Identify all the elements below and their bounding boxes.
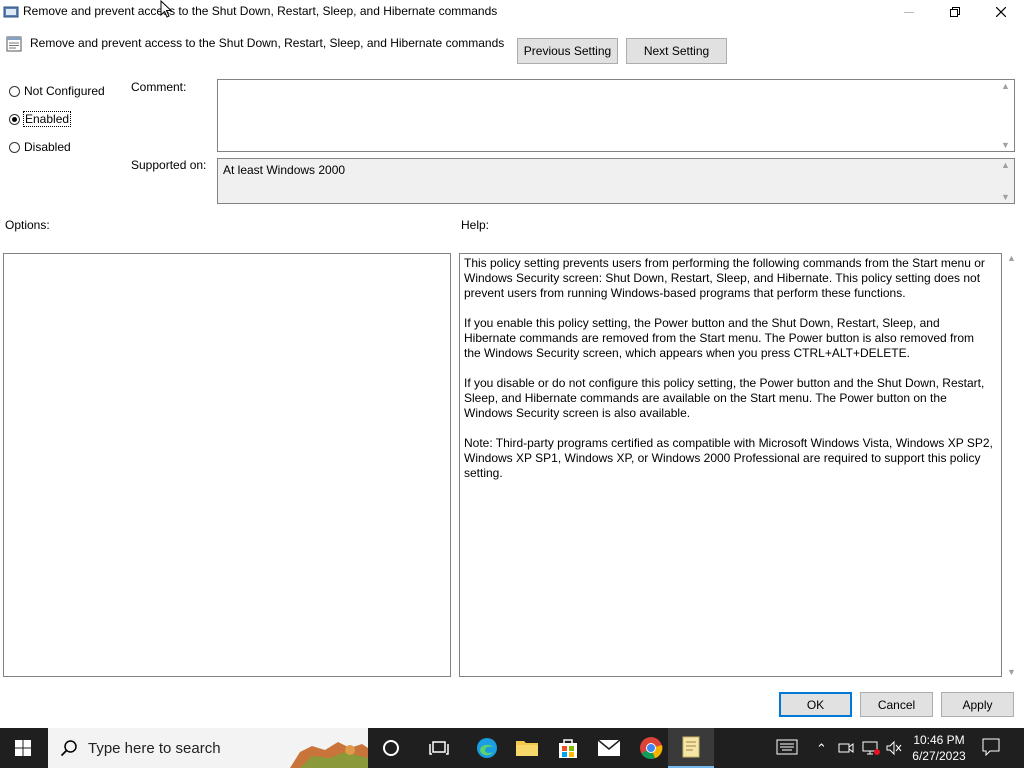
start-button[interactable] [0, 728, 46, 768]
previous-setting-button[interactable]: Previous Setting [517, 38, 618, 64]
scroll-up-icon[interactable]: ▲ [1001, 160, 1010, 170]
search-icon [60, 740, 77, 757]
radio-not-configured-circle[interactable] [9, 85, 20, 97]
store-button[interactable] [545, 728, 591, 768]
task-view-icon [429, 741, 449, 755]
meet-now-icon[interactable] [838, 740, 854, 759]
clock-time: 10:46 PM [913, 733, 965, 747]
help-text: This policy setting prevents users from … [464, 256, 994, 496]
help-paragraph: This policy setting prevents users from … [464, 256, 985, 300]
radio-disabled-label: Disabled [24, 140, 71, 154]
policy-app-icon [3, 4, 19, 23]
supported-on-field: At least Windows 2000 ▲ ▼ [217, 158, 1015, 204]
comment-textarea[interactable]: ▲ ▼ [217, 79, 1015, 152]
task-view-button[interactable] [416, 728, 462, 768]
close-button[interactable] [978, 0, 1024, 24]
help-paragraph: Note: Third-party programs certified as … [464, 436, 993, 480]
network-icon[interactable] [862, 740, 880, 759]
radio-disabled-circle[interactable] [9, 141, 20, 153]
store-bag-icon [559, 739, 577, 758]
chrome-icon [640, 737, 663, 760]
supported-on-label: Supported on: [131, 158, 207, 172]
cancel-button[interactable]: Cancel [860, 692, 933, 717]
search-placeholder: Type here to search [88, 739, 221, 757]
scroll-down-icon[interactable]: ▼ [1007, 667, 1016, 677]
notifications-icon[interactable] [982, 738, 1000, 759]
help-scrollbar[interactable]: ▲ ▼ [1004, 253, 1019, 677]
radio-not-configured[interactable]: Not Configured [9, 84, 105, 98]
scroll-down-icon[interactable]: ▼ [1001, 140, 1010, 150]
windows-logo-icon [15, 740, 31, 756]
setting-name: Remove and prevent access to the Shut Do… [30, 36, 505, 50]
clock[interactable]: 10:46 PM 6/27/2023 [906, 732, 972, 764]
scroll-up-icon[interactable]: ▲ [1001, 81, 1010, 91]
file-explorer-button[interactable] [504, 728, 550, 768]
radio-disabled[interactable]: Disabled [9, 140, 71, 154]
volume-muted-icon[interactable] [885, 740, 903, 759]
mouse-cursor-icon [160, 0, 173, 21]
options-label: Options: [5, 218, 50, 232]
policy-setting-icon [6, 36, 22, 55]
close-icon [996, 7, 1006, 17]
radio-enabled-circle[interactable] [9, 113, 20, 125]
apply-button[interactable]: Apply [941, 692, 1014, 717]
taskbar-search-box[interactable]: Type here to search [48, 728, 368, 768]
comment-label: Comment: [131, 80, 187, 94]
supported-on-value: At least Windows 2000 [223, 163, 346, 177]
window-title: Remove and prevent access to the Shut Do… [23, 4, 498, 18]
supported-on-scrollbar[interactable]: ▲ ▼ [998, 160, 1013, 202]
chevron-up-icon[interactable]: ⌃ [816, 741, 827, 757]
policy-editor-taskbar-button[interactable] [668, 728, 714, 768]
next-setting-button[interactable]: Next Setting [626, 38, 727, 64]
search-highlight-image [290, 734, 368, 768]
folder-icon [516, 741, 538, 756]
radio-enabled[interactable]: Enabled [9, 111, 72, 127]
help-paragraph: If you enable this policy setting, the P… [464, 316, 975, 360]
radio-enabled-label: Enabled [22, 111, 72, 127]
mail-envelope-icon [597, 739, 621, 756]
edge-icon [477, 738, 497, 758]
minimize-button[interactable] [886, 0, 932, 24]
ok-button[interactable]: OK [779, 692, 852, 717]
options-panel [3, 253, 451, 677]
title-bar: Remove and prevent access to the Shut Do… [0, 0, 1024, 24]
touch-keyboard-icon[interactable] [776, 739, 798, 758]
help-label: Help: [461, 218, 490, 232]
clock-date: 6/27/2023 [912, 749, 966, 763]
maximize-button[interactable] [932, 0, 978, 24]
notepad-scroll-icon [682, 736, 700, 758]
help-paragraph: If you disable or do not configure this … [464, 376, 985, 420]
scroll-up-icon[interactable]: ▲ [1007, 253, 1016, 263]
mail-button[interactable] [586, 728, 632, 768]
cortana-circle-icon [383, 740, 399, 756]
cortana-button[interactable] [368, 728, 414, 768]
restore-icon [950, 7, 960, 17]
minimize-icon [904, 11, 914, 13]
radio-not-configured-label: Not Configured [24, 84, 105, 98]
comment-scrollbar[interactable]: ▲ ▼ [998, 81, 1013, 150]
scroll-down-icon[interactable]: ▼ [1001, 192, 1010, 202]
